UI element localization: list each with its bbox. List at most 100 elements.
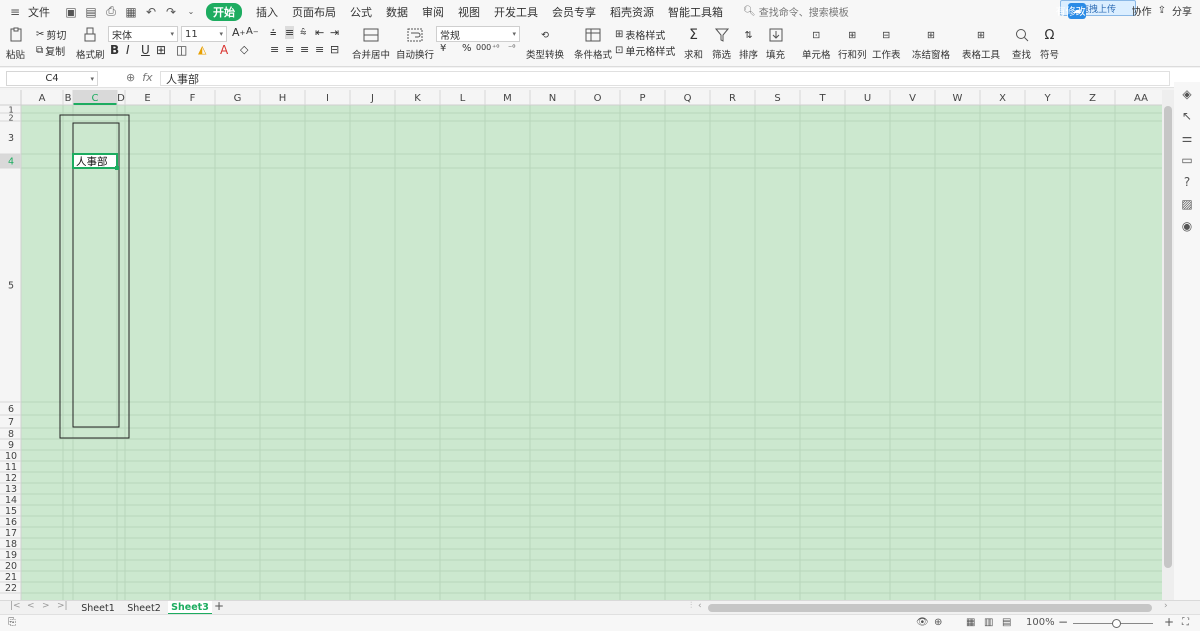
sheet-tab-sheet2[interactable]: Sheet2 bbox=[122, 601, 166, 615]
name-box[interactable]: C4 ▾ bbox=[6, 71, 98, 86]
sort-button[interactable]: ⇅ 排序 bbox=[739, 26, 758, 62]
horizontal-scroll-thumb[interactable] bbox=[708, 604, 1152, 612]
format-painter-button[interactable]: 格式刷 bbox=[76, 26, 105, 61]
menu-tab-9[interactable]: 稻壳资源 bbox=[610, 4, 654, 20]
increase-decimal-icon[interactable]: ⁺⁰ bbox=[492, 43, 499, 52]
find-button[interactable]: 查找 bbox=[1012, 26, 1031, 61]
worksheet-button[interactable]: ⊟ 工作表 bbox=[872, 26, 901, 62]
bold-icon[interactable]: B bbox=[110, 43, 119, 57]
help-icon[interactable]: ? bbox=[1179, 174, 1195, 190]
collaborate-button[interactable]: 协作 bbox=[1132, 3, 1152, 18]
row-col-button[interactable]: ⊞ 行和列 bbox=[838, 26, 867, 62]
macro-icon[interactable]: ⎘ bbox=[8, 617, 16, 628]
last-sheet-icon[interactable]: >| bbox=[57, 601, 68, 611]
first-sheet-icon[interactable]: |< bbox=[10, 601, 21, 611]
menu-tab-2[interactable]: 页面布局 bbox=[292, 4, 336, 20]
menu-tab-8[interactable]: 会员专享 bbox=[552, 4, 596, 20]
select-cursor-icon[interactable]: ↖ bbox=[1179, 108, 1195, 124]
indent-decrease-icon[interactable]: ⇤ bbox=[315, 26, 324, 39]
page-break-icon[interactable]: ▤ bbox=[1002, 617, 1011, 628]
font-name-select[interactable]: 宋体 ▾ bbox=[108, 26, 178, 42]
tab-scroll-icon[interactable]: ⫶ bbox=[690, 601, 692, 611]
distribute-icon[interactable]: ⊟ bbox=[330, 43, 339, 56]
decrease-decimal-icon[interactable]: ⁻⁰ bbox=[508, 43, 515, 52]
redo-icon[interactable]: ↷ bbox=[164, 5, 178, 19]
document-icon[interactable]: ▭ bbox=[1179, 152, 1195, 168]
menu-tab-7[interactable]: 开发工具 bbox=[494, 4, 538, 20]
wrap-text-button[interactable]: 自动换行 bbox=[396, 26, 434, 61]
highlight-icon[interactable]: ◭ bbox=[198, 43, 206, 56]
number-format-select[interactable]: 常规 ▾ bbox=[436, 26, 520, 42]
menu-tab-5[interactable]: 审阅 bbox=[422, 4, 444, 20]
paste-button[interactable]: 粘贴 bbox=[6, 26, 25, 61]
font-color-icon[interactable]: A bbox=[220, 43, 228, 57]
grid-canvas[interactable]: A B C D E F G H I J K L M N O P Q R S T U V W X Y Z AA123456789101… bbox=[0, 90, 1162, 600]
modified-status[interactable]: 有修改 bbox=[1056, 3, 1086, 18]
menu-tab-1[interactable]: 插入 bbox=[256, 4, 278, 20]
style-icon[interactable]: ◈ bbox=[1179, 86, 1195, 102]
print-preview-icon[interactable]: ▦ bbox=[124, 5, 138, 19]
freeze-button[interactable]: ⊞ 冻结窗格 bbox=[912, 26, 950, 62]
align-middle-icon[interactable]: ≡ bbox=[285, 26, 295, 39]
menu-file[interactable]: 文件 bbox=[28, 4, 50, 20]
justify-icon[interactable]: ≡ bbox=[315, 43, 324, 56]
align-center-icon[interactable]: ≡ bbox=[285, 43, 294, 56]
filter-button[interactable]: 筛选 bbox=[712, 26, 731, 61]
cut-button[interactable]: ✂ 剪切 bbox=[36, 27, 66, 42]
italic-icon[interactable]: I bbox=[126, 43, 130, 57]
quick-access-more-icon[interactable]: ⌄ bbox=[184, 5, 198, 19]
fx-icon[interactable]: fx bbox=[142, 71, 152, 84]
cell-style-button[interactable]: ⊡ 单元格样式 bbox=[615, 43, 675, 58]
thousands-icon[interactable]: 000 bbox=[476, 43, 491, 52]
table-tools-button[interactable]: ⊞ 表格工具 bbox=[962, 26, 1000, 62]
merge-center-button[interactable]: 合并居中 bbox=[352, 26, 390, 61]
menu-tab-4[interactable]: 数据 bbox=[386, 4, 408, 20]
sum-button[interactable]: Σ 求和 bbox=[684, 26, 703, 61]
hamburger-icon[interactable]: ≡ bbox=[8, 5, 22, 19]
zoom-level[interactable]: 100% bbox=[1026, 617, 1055, 628]
percent-icon[interactable]: % bbox=[462, 43, 472, 54]
vertical-scroll-thumb[interactable] bbox=[1164, 106, 1172, 568]
clear-icon[interactable]: ◇ bbox=[240, 43, 248, 56]
align-top-icon[interactable]: ⩮ bbox=[270, 26, 276, 40]
undo-icon[interactable]: ↶ bbox=[144, 5, 158, 19]
sheet-tab-sheet1[interactable]: Sheet1 bbox=[76, 601, 120, 615]
underline-icon[interactable]: U bbox=[141, 43, 150, 57]
location-icon[interactable]: ◉ bbox=[1179, 218, 1195, 234]
type-convert-button[interactable]: ⟲ 类型转换 bbox=[526, 26, 564, 62]
settings-sliders-icon[interactable]: ⚌ bbox=[1179, 130, 1195, 146]
align-left-icon[interactable]: ≡ bbox=[270, 43, 279, 56]
table-style-button[interactable]: ⊞ 表格样式 bbox=[615, 27, 665, 42]
scroll-left-icon[interactable]: ‹ bbox=[698, 601, 702, 611]
menu-tab-6[interactable]: 视图 bbox=[458, 4, 480, 20]
normal-view-icon[interactable]: ▦ bbox=[966, 617, 975, 628]
eye-protect-icon[interactable]: 👁︎ bbox=[916, 617, 929, 628]
menu-tab-3[interactable]: 公式 bbox=[350, 4, 372, 20]
align-bottom-icon[interactable]: ⩯ bbox=[300, 26, 306, 40]
align-right-icon[interactable]: ≡ bbox=[300, 43, 309, 56]
prev-sheet-icon[interactable]: < bbox=[27, 601, 35, 611]
sheet-tab-sheet3[interactable]: Sheet3 bbox=[168, 601, 212, 615]
fill-color-icon[interactable]: ◫ bbox=[176, 43, 187, 57]
print-icon[interactable]: ⎙ bbox=[104, 4, 118, 19]
input-method-icon[interactable]: ⊕ bbox=[934, 617, 942, 628]
cell-button[interactable]: ⊡ 单元格 bbox=[802, 26, 831, 62]
zoom-search-icon[interactable]: ⊕ bbox=[126, 71, 135, 84]
increase-font-icon[interactable]: A + bbox=[232, 26, 245, 39]
fullscreen-icon[interactable]: ⛶ bbox=[1182, 617, 1189, 628]
share-button[interactable]: 分享 bbox=[1172, 3, 1192, 18]
save-icon[interactable]: ▣ bbox=[64, 5, 78, 19]
font-size-select[interactable]: 11 ▾ bbox=[181, 26, 227, 42]
export-icon[interactable]: ▤ bbox=[84, 5, 98, 19]
border-icon[interactable]: ⊞ bbox=[156, 43, 166, 57]
fill-button[interactable]: 填充 bbox=[766, 26, 785, 61]
zoom-out-button[interactable]: − bbox=[1058, 615, 1068, 629]
zoom-in-button[interactable]: + bbox=[1164, 615, 1174, 629]
next-sheet-icon[interactable]: > bbox=[42, 601, 50, 611]
page-layout-icon[interactable]: ▥ bbox=[984, 617, 993, 628]
conditional-format-button[interactable]: 条件格式 bbox=[574, 26, 612, 61]
indent-increase-icon[interactable]: ⇥ bbox=[330, 26, 339, 39]
decrease-font-icon[interactable]: A − bbox=[246, 26, 259, 37]
zoom-slider-handle[interactable] bbox=[1112, 619, 1121, 628]
vertical-scrollbar[interactable] bbox=[1162, 90, 1174, 600]
